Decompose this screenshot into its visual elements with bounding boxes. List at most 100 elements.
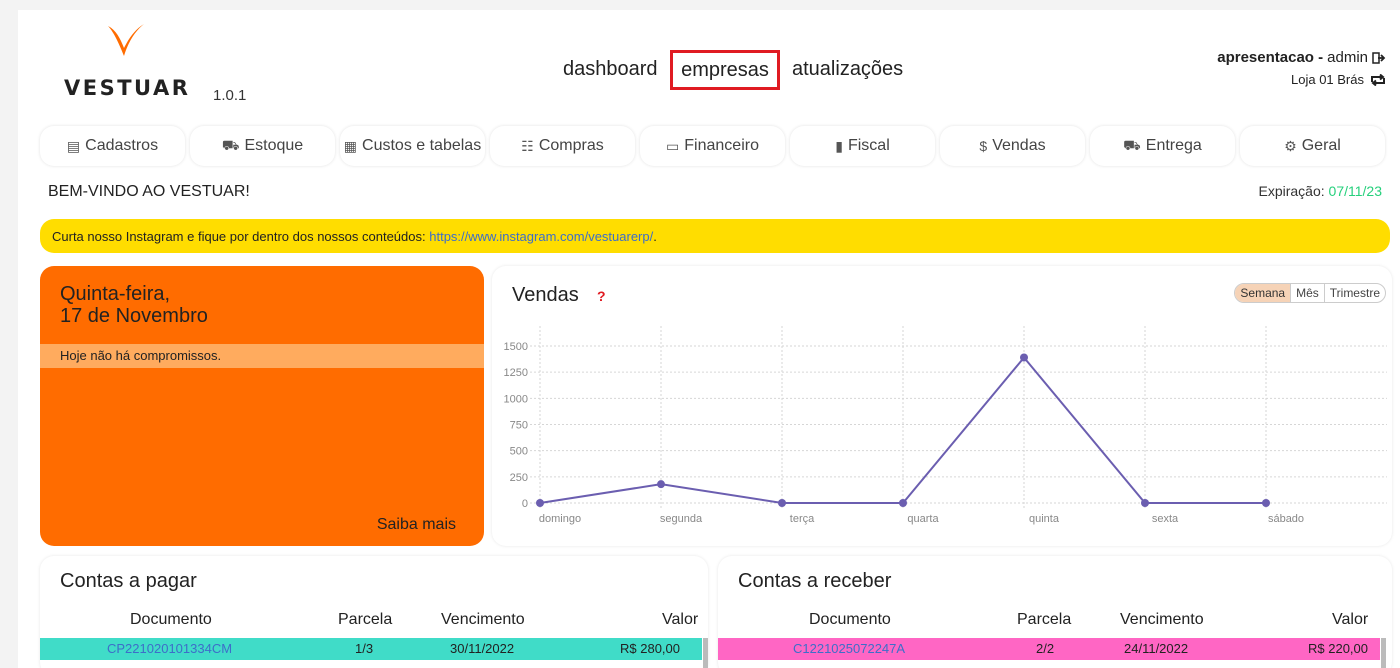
tab-compras[interactable]: ☷ Compras <box>490 126 635 166</box>
payables-title: Contas a pagar <box>60 570 197 592</box>
data-point <box>1141 499 1149 507</box>
x-tick-label: segunda <box>660 513 703 525</box>
tab-cadastros[interactable]: ▤ Cadastros <box>40 126 185 166</box>
data-point <box>536 499 544 507</box>
x-tick-label: sábado <box>1268 513 1304 525</box>
col-valor: Valor <box>1332 611 1369 628</box>
sales-chart-title: Vendas <box>512 284 579 306</box>
truck-icon: ⛟ <box>1123 136 1141 153</box>
receivables-header: Documento Parcela Vencimento Valor <box>718 611 1392 633</box>
y-tick-label: 0 <box>522 498 528 510</box>
table-icon: ▦ <box>343 137 358 154</box>
agenda-card: Quinta-feira, 17 de Novembro Hoje não há… <box>40 266 484 546</box>
module-tabs: ▤ Cadastros ⛟ Estoque ▦ Custos e tabelas… <box>40 126 1390 166</box>
data-point <box>1020 353 1028 362</box>
x-tick-label: domingo <box>539 513 581 525</box>
welcome-text: BEM-VINDO AO VESTUAR! <box>48 183 250 200</box>
notice-text: Curta nosso Instagram e fique por dentro… <box>52 229 426 244</box>
expiration-label: Expiração: <box>1258 183 1325 199</box>
notice-tail: . <box>653 229 657 244</box>
nav-dashboard[interactable]: dashboard <box>563 56 658 82</box>
tab-label: Geral <box>1301 137 1341 154</box>
data-point <box>899 499 907 507</box>
y-tick-label: 1500 <box>504 341 528 353</box>
row-parcela: 1/3 <box>355 641 374 656</box>
col-documento: Documento <box>809 611 891 628</box>
row-documento[interactable]: C1221025072247A <box>793 638 905 660</box>
col-valor: Valor <box>662 611 699 628</box>
col-parcela: Parcela <box>1017 611 1072 628</box>
period-semana[interactable]: Semana <box>1235 284 1291 302</box>
expiration-date: 07/11/23 <box>1328 183 1382 199</box>
payables-header: Documento Parcela Vencimento Valor <box>40 611 708 633</box>
x-tick-label: terça <box>790 513 815 525</box>
truck-icon: ⛟ <box>221 136 240 153</box>
tab-estoque[interactable]: ⛟ Estoque <box>190 126 335 166</box>
instagram-notice: Curta nosso Instagram e fique por dentro… <box>40 219 1390 253</box>
payables-card: Contas a pagar Documento Parcela Vencime… <box>40 556 708 668</box>
col-vencimento: Vencimento <box>1120 611 1204 628</box>
data-point <box>657 480 665 489</box>
dollar-icon: $ <box>979 138 988 154</box>
y-tick-label: 250 <box>510 472 528 484</box>
tab-entrega[interactable]: ⛟ Entrega <box>1090 126 1235 166</box>
gears-icon: ⚙ <box>1284 137 1297 154</box>
nav-empresas[interactable]: empresas <box>670 50 780 90</box>
credit-card-icon: ▭ <box>666 137 680 154</box>
file-icon: ▮ <box>835 137 843 154</box>
tab-financeiro[interactable]: ▭ Financeiro <box>640 126 785 166</box>
tab-fiscal[interactable]: ▮ Fiscal <box>790 126 935 166</box>
table-row[interactable]: CP221020101334CM 1/3 30/11/2022 R$ 280,0… <box>40 638 702 660</box>
tab-label: Vendas <box>992 137 1046 154</box>
agenda-day: 17 de Novembro <box>60 305 208 327</box>
row-valor: R$ 280,00 <box>620 641 680 656</box>
cart-icon: ☷ <box>521 137 534 154</box>
data-point <box>1262 499 1270 507</box>
tab-geral[interactable]: ⚙ Geral <box>1240 126 1385 166</box>
user-name: apresentacao - <box>1217 49 1324 66</box>
table-row[interactable]: C1221025072247A 2/2 24/11/2022 R$ 220,00 <box>718 638 1380 660</box>
tab-label: Custos e tabelas <box>362 137 482 154</box>
row-vencimento: 30/11/2022 <box>450 641 515 656</box>
y-tick-label: 500 <box>510 446 528 458</box>
payables-scrollbar[interactable] <box>703 638 708 668</box>
user-role: admin <box>1327 49 1368 66</box>
tab-label: Financeiro <box>684 137 759 154</box>
row-vencimento: 24/11/2022 <box>1124 641 1189 656</box>
data-point <box>778 499 786 507</box>
tab-custos-e-tabelas[interactable]: ▦ Custos e tabelas <box>340 126 485 166</box>
tab-label: Entrega <box>1145 137 1202 154</box>
instagram-link[interactable]: https://www.instagram.com/vestuarerp/ <box>429 229 653 244</box>
x-tick-label: quarta <box>907 513 939 525</box>
document-icon: ▤ <box>66 137 81 154</box>
tab-vendas[interactable]: $ Vendas <box>940 126 1085 166</box>
agenda-empty-text: Hoje não há compromissos. <box>40 344 484 368</box>
agenda-weekday: Quinta-feira, <box>60 283 171 305</box>
y-tick-label: 1000 <box>504 393 528 405</box>
help-icon[interactable]: ? <box>597 288 606 304</box>
period-mes[interactable]: Mês <box>1290 284 1324 302</box>
row-documento[interactable]: CP221020101334CM <box>107 638 232 660</box>
agenda-more-link[interactable]: Saiba mais <box>377 516 456 534</box>
y-tick-label: 750 <box>510 420 528 432</box>
period-toggle: Semana Mês Trimestre <box>1234 283 1386 303</box>
tab-label: Cadastros <box>85 137 159 154</box>
store-info[interactable]: Loja 01 Brás <box>1291 72 1386 87</box>
nav-atualizacoes[interactable]: atualizações <box>792 56 903 82</box>
logout-icon[interactable] <box>1372 51 1386 65</box>
x-tick-label: sexta <box>1152 513 1179 525</box>
col-vencimento: Vencimento <box>441 611 525 628</box>
period-trimestre[interactable]: Trimestre <box>1323 284 1385 302</box>
switch-store-icon[interactable] <box>1370 73 1386 86</box>
tab-label: Compras <box>538 137 604 154</box>
top-nav: dashboard empresas atualizações <box>0 50 1400 90</box>
col-documento: Documento <box>130 611 212 628</box>
sales-line-chart: 0 250 500 750 1000 1250 1500 domingo segunda terç… <box>504 326 1387 525</box>
tab-label: Estoque <box>244 137 304 154</box>
sales-chart-card: 0 250 500 750 1000 1250 1500 domingo segunda terç… <box>492 266 1392 546</box>
receivables-card: Contas a receber Documento Parcela Venci… <box>718 556 1392 668</box>
agenda-date: Quinta-feira, 17 de Novembro <box>60 283 208 327</box>
user-info: apresentacao - admin <box>1217 49 1386 66</box>
tab-label: Fiscal <box>847 137 890 154</box>
receivables-scrollbar[interactable] <box>1381 638 1386 668</box>
